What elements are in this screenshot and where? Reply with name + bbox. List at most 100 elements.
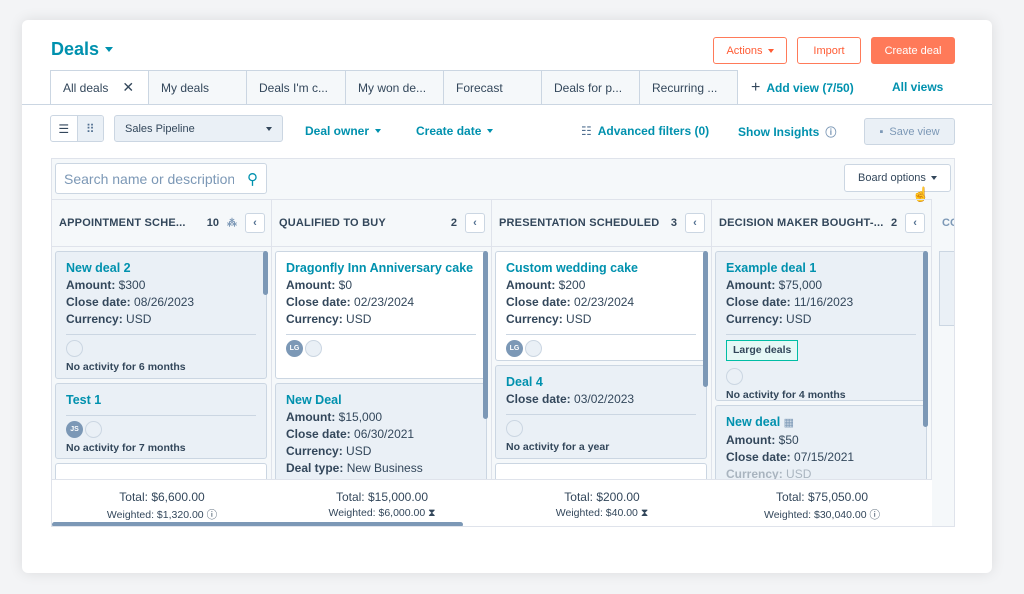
avatar-group	[66, 339, 256, 357]
advanced-filters-button[interactable]: ☷ Advanced filters (0)	[581, 124, 709, 138]
deal-name[interactable]: New deal 2	[66, 260, 256, 277]
pipeline-select[interactable]: Sales Pipeline	[114, 115, 283, 142]
deal-card[interactable]	[939, 251, 954, 326]
hourglass-icon[interactable]: ⧗	[641, 507, 648, 519]
avatar[interactable]	[506, 419, 523, 437]
create-deal-button[interactable]: Create deal	[871, 37, 955, 64]
amount-value: $200	[558, 278, 586, 292]
collapse-column-button[interactable]: ‹	[465, 213, 485, 233]
actions-button[interactable]: Actions	[713, 37, 787, 64]
column-weighted: Weighted: $40.00 ⧗	[492, 507, 712, 520]
deal-card[interactable]: Deal 4 Close date: 03/02/2023 No activit…	[495, 365, 707, 459]
deal-name[interactable]: New deal	[726, 415, 780, 429]
board-options-button[interactable]: Board options	[844, 164, 951, 192]
deal-card[interactable]: New deal 2 Amount: $300 Close date: 08/2…	[55, 251, 267, 379]
hourglass-icon[interactable]: ⧗	[428, 507, 435, 519]
deal-name[interactable]: Dragonfly Inn Anniversary cake	[286, 260, 476, 277]
column-count: 2	[890, 217, 898, 229]
avatar[interactable]	[726, 367, 743, 385]
create-date-filter[interactable]: Create date	[416, 124, 494, 138]
deal-amount: Amount: $300	[66, 277, 256, 294]
deal-card[interactable]: Example deal 1 Amount: $75,000 Close dat…	[715, 251, 927, 401]
column-body: Example deal 1 Amount: $75,000 Close dat…	[712, 247, 932, 479]
tab-my-won-deals[interactable]: My won de...	[345, 70, 444, 104]
search-icon[interactable]: ⚲	[247, 170, 258, 188]
currency-value: USD	[346, 312, 372, 326]
tab-deals-im-c[interactable]: Deals I'm c...	[246, 70, 346, 104]
tab-deals-for-p[interactable]: Deals for p...	[541, 70, 640, 104]
amount-value: $50	[778, 433, 799, 447]
deal-name[interactable]: New Deal	[286, 392, 476, 409]
import-button-label: Import	[813, 44, 845, 57]
close-icon[interactable]: ✕	[122, 79, 134, 96]
currency-label: Currency:	[726, 467, 783, 479]
column-header: PRESENTATION SCHEDULED 3 ‹	[492, 199, 712, 247]
avatar[interactable]: JS	[66, 420, 83, 438]
deal-name[interactable]: Example deal 1	[726, 260, 916, 277]
column-weighted: Weighted: $30,040.00 ⓘ	[712, 507, 932, 522]
page-title[interactable]: Deals	[51, 39, 114, 60]
column-scrollbar[interactable]	[703, 251, 708, 387]
tab-forecast[interactable]: Forecast	[443, 70, 542, 104]
deal-name[interactable]: Deal 4	[506, 374, 696, 391]
avatar-group	[506, 419, 696, 437]
column-scrollbar[interactable]	[923, 251, 928, 427]
list-view-icon[interactable]: ☰	[51, 116, 77, 141]
search-input[interactable]	[64, 170, 234, 187]
deal-owner-label: Deal owner	[305, 124, 370, 138]
card-divider	[66, 415, 256, 416]
amount-label: Amount:	[66, 278, 116, 292]
deal-name[interactable]: Test 1	[66, 392, 256, 409]
column-footer: Total: $15,000.00 Weighted: $6,000.00 ⧗	[272, 479, 492, 526]
amount-label: Amount:	[286, 410, 336, 424]
deal-owner-filter[interactable]: Deal owner	[305, 124, 382, 138]
amount-value: $15,000	[338, 410, 383, 424]
search-box: ⚲	[55, 163, 267, 194]
close-date-label: Close date:	[506, 295, 571, 309]
create-date-label: Create date	[416, 124, 482, 138]
close-date-value: 08/26/2023	[134, 295, 195, 309]
save-view-button[interactable]: ▪ Save view	[864, 118, 955, 145]
column-scrollbar[interactable]	[483, 251, 488, 419]
column-scrollbar[interactable]	[263, 251, 268, 295]
tab-my-deals[interactable]: My deals	[148, 70, 247, 104]
chevron-down-icon	[266, 126, 272, 131]
deal-name[interactable]: Custom wedding cake	[506, 260, 696, 277]
deal-card[interactable]: Custom wedding cake Amount: $200 Close d…	[495, 251, 707, 361]
collapse-column-button[interactable]: ‹	[905, 213, 925, 233]
board-view-icon[interactable]: ⠿	[76, 116, 103, 141]
close-date-value: 03/02/2023	[574, 392, 635, 406]
tab-all-deals[interactable]: All deals ✕	[50, 70, 149, 104]
collapse-column-button[interactable]: ‹	[245, 213, 265, 233]
deal-close-date: Close date: 02/23/2024	[506, 294, 696, 311]
avatar[interactable]	[525, 339, 542, 357]
automation-icon[interactable]: ⁂	[227, 218, 237, 229]
plus-icon: +	[751, 79, 761, 96]
horizontal-scrollbar[interactable]	[52, 522, 463, 526]
deal-card[interactable]	[495, 463, 707, 479]
tab-recurring[interactable]: Recurring ...	[639, 70, 738, 104]
avatar[interactable]: LG	[506, 339, 523, 357]
deal-card[interactable]: Test 1 JS No activity for 7 months	[55, 383, 267, 459]
info-icon[interactable]: ⓘ	[869, 509, 880, 521]
collapse-column-button[interactable]: ‹	[685, 213, 705, 233]
deal-card[interactable]	[55, 463, 267, 479]
avatar[interactable]	[66, 339, 83, 357]
column-header: DECISION MAKER BOUGHT-... 2 ‹	[712, 199, 932, 247]
board-column: DECISION MAKER BOUGHT-... 2 ‹ Example de…	[712, 199, 932, 526]
import-button[interactable]: Import	[797, 37, 861, 64]
deal-currency: Currency: USD	[506, 311, 696, 328]
info-icon[interactable]: ⓘ	[207, 509, 218, 521]
show-insights-label: Show Insights	[738, 125, 820, 139]
avatar[interactable]	[305, 339, 322, 357]
add-view-button[interactable]: + Add view (7/50)	[751, 79, 854, 97]
all-views-link[interactable]: All views	[892, 80, 943, 94]
avatar[interactable]: LG	[286, 339, 303, 357]
deal-card[interactable]: New Deal Amount: $15,000 Close date: 06/…	[275, 383, 487, 479]
app-window: Deals Actions Import Create deal All dea…	[22, 20, 992, 573]
deal-card[interactable]: New deal ▦ Amount: $50 Close date: 07/15…	[715, 405, 927, 479]
avatar[interactable]	[85, 420, 102, 438]
weighted-value: Weighted: $40.00	[555, 507, 638, 519]
deal-card[interactable]: Dragonfly Inn Anniversary cake Amount: $…	[275, 251, 487, 379]
show-insights-button[interactable]: Show Insights ⓘ	[738, 124, 836, 140]
